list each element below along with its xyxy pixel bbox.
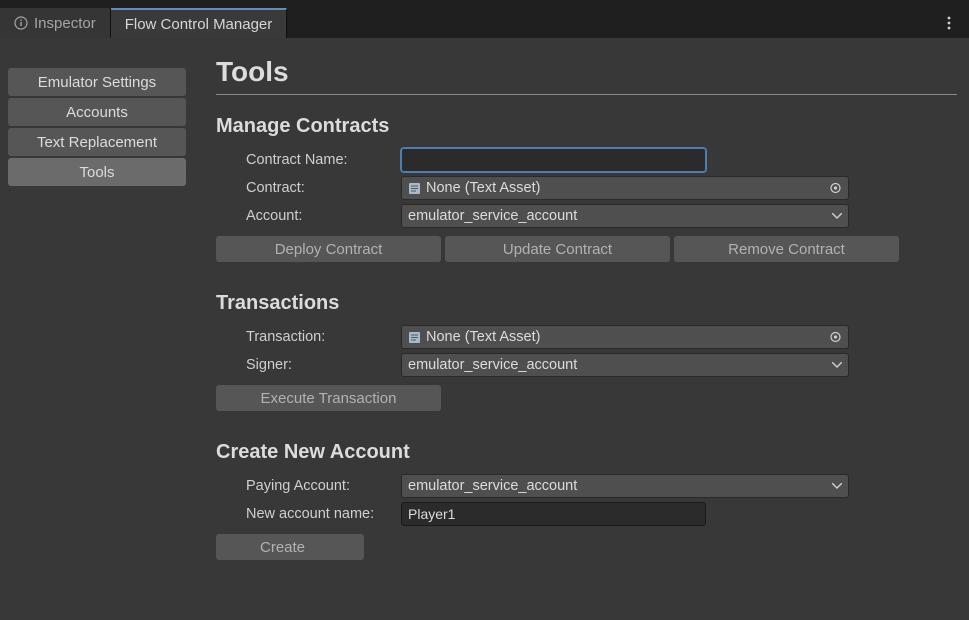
contract-object-field[interactable]: None (Text Asset) — [401, 176, 849, 200]
window-top-edge — [0, 0, 969, 8]
contract-label: Contract: — [246, 180, 401, 196]
account-label: Account: — [246, 208, 401, 224]
sidebar-item-emulator-settings[interactable]: Emulator Settings — [8, 68, 186, 96]
new-account-name-label: New account name: — [246, 506, 401, 522]
contract-value: None (Text Asset) — [426, 180, 540, 196]
contract-name-input[interactable] — [401, 148, 706, 172]
transaction-label: Transaction: — [246, 329, 401, 345]
page-title: Tools — [216, 56, 957, 95]
update-label: Update Contract — [503, 241, 612, 258]
deploy-label: Deploy Contract — [275, 241, 383, 258]
tab-menu-kebab-icon[interactable] — [937, 8, 961, 38]
create-label: Create — [260, 539, 305, 556]
signer-label: Signer: — [246, 357, 401, 373]
sidebar-item-text-replacement[interactable]: Text Replacement — [8, 128, 186, 156]
tab-inspector-label: Inspector — [34, 15, 96, 32]
account-value: emulator_service_account — [408, 208, 577, 224]
chevron-down-icon — [832, 362, 842, 368]
sidebar: Emulator Settings Accounts Text Replacem… — [0, 38, 188, 620]
remove-label: Remove Contract — [728, 241, 845, 258]
text-asset-icon — [408, 331, 421, 344]
paying-account-label: Paying Account: — [246, 478, 401, 494]
create-button[interactable]: Create — [216, 534, 364, 560]
section-create-account: Create New Account Paying Account: emula… — [216, 441, 957, 560]
account-dropdown[interactable]: emulator_service_account — [401, 204, 849, 228]
main-panel: Tools Manage Contracts Contract Name: Co… — [188, 38, 969, 620]
section-heading: Create New Account — [216, 441, 957, 464]
execute-transaction-button[interactable]: Execute Transaction — [216, 385, 441, 411]
contract-name-label: Contract Name: — [246, 152, 401, 168]
section-manage-contracts: Manage Contracts Contract Name: Contract… — [216, 115, 957, 262]
sidebar-item-accounts[interactable]: Accounts — [8, 98, 186, 126]
sidebar-item-label: Tools — [79, 164, 114, 181]
deploy-contract-button[interactable]: Deploy Contract — [216, 236, 441, 262]
tab-bar: Inspector Flow Control Manager — [0, 8, 969, 38]
transaction-object-field[interactable]: None (Text Asset) — [401, 325, 849, 349]
tab-flow-label: Flow Control Manager — [125, 16, 273, 33]
update-contract-button[interactable]: Update Contract — [445, 236, 670, 262]
remove-contract-button[interactable]: Remove Contract — [674, 236, 899, 262]
tab-flow-control-manager[interactable]: Flow Control Manager — [111, 8, 288, 38]
info-icon — [14, 16, 28, 30]
new-account-name-input[interactable] — [401, 502, 706, 526]
signer-dropdown[interactable]: emulator_service_account — [401, 353, 849, 377]
sidebar-item-tools[interactable]: Tools — [8, 158, 186, 186]
paying-account-dropdown[interactable]: emulator_service_account — [401, 474, 849, 498]
sidebar-item-label: Emulator Settings — [38, 74, 156, 91]
paying-account-value: emulator_service_account — [408, 478, 577, 494]
execute-label: Execute Transaction — [261, 390, 397, 407]
transaction-value: None (Text Asset) — [426, 329, 540, 345]
chevron-down-icon — [832, 483, 842, 489]
section-heading: Transactions — [216, 292, 957, 315]
object-picker-icon[interactable] — [829, 331, 842, 344]
chevron-down-icon — [832, 213, 842, 219]
tab-inspector[interactable]: Inspector — [0, 8, 111, 38]
section-heading: Manage Contracts — [216, 115, 957, 138]
sidebar-item-label: Accounts — [66, 104, 128, 121]
text-asset-icon — [408, 182, 421, 195]
signer-value: emulator_service_account — [408, 357, 577, 373]
object-picker-icon[interactable] — [829, 182, 842, 195]
section-transactions: Transactions Transaction: None (Text Ass… — [216, 292, 957, 411]
sidebar-item-label: Text Replacement — [37, 134, 157, 151]
